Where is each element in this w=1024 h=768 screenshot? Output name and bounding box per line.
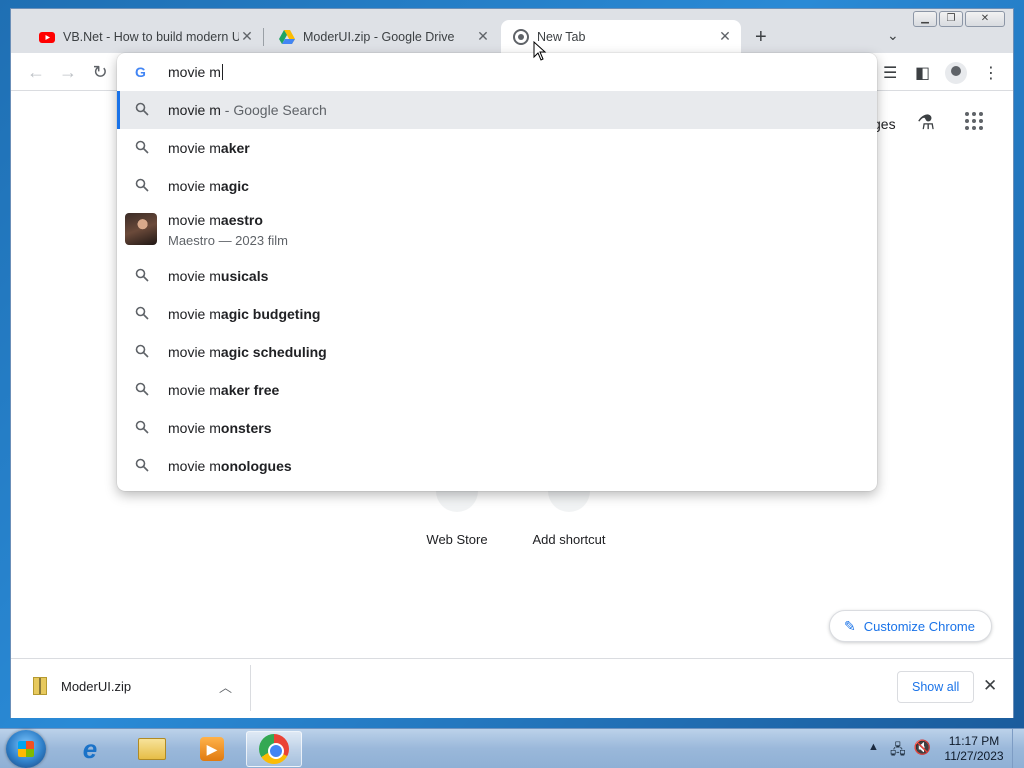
suggestion-row[interactable]: movie magic scheduling bbox=[117, 333, 877, 371]
clock-time: 11:17 PM bbox=[948, 734, 1000, 748]
tab-close-icon[interactable]: ✕ bbox=[239, 28, 255, 45]
media-player-taskbar-icon[interactable]: ▶ bbox=[184, 731, 240, 767]
youtube-icon bbox=[39, 31, 55, 43]
download-shelf: ModerUI.zip ︿ Show all ✕ bbox=[11, 658, 1013, 718]
tab-strip: VB.Net - How to build modern UI ✕ ModerU… bbox=[11, 9, 1013, 53]
address-bar[interactable]: G movie m bbox=[117, 53, 877, 91]
taskbar-clock[interactable]: 11:17 PM 11/27/2023 bbox=[940, 734, 1008, 764]
pencil-icon: ✎ bbox=[844, 617, 856, 634]
close-window-icon[interactable]: ✕ bbox=[965, 11, 1005, 27]
tab-title: VB.Net - How to build modern UI bbox=[63, 29, 239, 44]
labs-flask-icon[interactable]: ⚗ bbox=[917, 110, 935, 135]
side-panel-icon[interactable]: ◧ bbox=[915, 63, 930, 83]
suggestion-row-entity[interactable]: movie maestro Maestro — 2023 film bbox=[117, 205, 877, 257]
search-icon bbox=[135, 382, 149, 396]
search-icon bbox=[135, 420, 149, 434]
start-button-icon[interactable] bbox=[6, 730, 46, 768]
search-icon bbox=[135, 178, 149, 192]
reload-icon[interactable]: ↻ bbox=[89, 62, 111, 83]
customize-label: Customize Chrome bbox=[863, 618, 975, 634]
suggestion-row[interactable]: movie maker bbox=[117, 129, 877, 167]
volume-muted-icon[interactable]: 🔇 bbox=[914, 739, 931, 763]
drive-icon bbox=[279, 29, 295, 44]
search-icon bbox=[135, 268, 149, 282]
suggestion-row[interactable]: movie magic budgeting bbox=[117, 295, 877, 333]
search-icon bbox=[135, 140, 149, 154]
divider bbox=[250, 665, 251, 711]
suggestion-subtitle: Maestro — 2023 film bbox=[168, 233, 288, 248]
google-apps-icon[interactable] bbox=[965, 112, 983, 130]
shortcut-label: Web Store bbox=[426, 532, 488, 547]
reading-list-icon[interactable]: ☰ bbox=[883, 63, 897, 83]
menu-kebab-icon[interactable]: ⋮ bbox=[983, 63, 999, 83]
network-icon[interactable]: 🖧 bbox=[890, 739, 906, 763]
profile-avatar-icon[interactable] bbox=[945, 62, 967, 84]
search-icon bbox=[135, 102, 149, 116]
show-desktop-button[interactable] bbox=[1012, 729, 1024, 768]
download-item[interactable]: ModerUI.zip bbox=[33, 677, 131, 695]
google-g-icon: G bbox=[135, 64, 146, 80]
tab-youtube[interactable]: VB.Net - How to build modern UI ✕ bbox=[27, 20, 263, 53]
shortcut-label: Add shortcut bbox=[532, 532, 606, 547]
customize-chrome-button[interactable]: ✎ Customize Chrome bbox=[829, 610, 992, 642]
forward-arrow-icon[interactable]: → bbox=[57, 62, 79, 83]
tab-close-icon[interactable]: ✕ bbox=[475, 28, 491, 45]
suggestion-row[interactable]: movie m - Google Search bbox=[117, 91, 877, 129]
mouse-cursor-icon bbox=[533, 41, 547, 61]
internet-explorer-taskbar-icon[interactable]: e bbox=[62, 731, 118, 767]
download-filename: ModerUI.zip bbox=[61, 678, 132, 694]
zip-file-icon bbox=[33, 677, 47, 695]
shortcut-add[interactable]: Add shortcut bbox=[524, 482, 614, 547]
system-tray: 🖧 🔇 bbox=[890, 739, 931, 763]
suggestion-row[interactable]: movie maker free bbox=[117, 371, 877, 409]
tab-divider bbox=[263, 28, 264, 46]
suggestion-row[interactable]: movie musicals bbox=[117, 257, 877, 295]
minimize-icon[interactable]: ▁ bbox=[913, 11, 937, 27]
movie-thumbnail bbox=[125, 213, 157, 245]
omnibox-input[interactable]: movie m bbox=[168, 64, 223, 80]
omnibox-dropdown: G movie m movie m - Google Search movie … bbox=[117, 53, 877, 491]
windows-taskbar: e ▶ ▲ 🖧 🔇 11:17 PM 11/27/2023 bbox=[0, 728, 1024, 768]
search-icon bbox=[135, 458, 149, 472]
browser-window: VB.Net - How to build modern UI ✕ ModerU… bbox=[10, 8, 1014, 718]
tab-google-drive[interactable]: ModerUI.zip - Google Drive ✕ bbox=[267, 20, 499, 53]
new-tab-plus-icon[interactable]: + bbox=[755, 26, 767, 49]
chevron-down-icon[interactable]: ⌄ bbox=[887, 27, 899, 44]
window-controls: ▁ ❐ ✕ bbox=[913, 11, 1005, 27]
tab-title: ModerUI.zip - Google Drive bbox=[303, 29, 455, 44]
show-all-button[interactable]: Show all bbox=[897, 671, 975, 703]
restore-icon[interactable]: ❐ bbox=[939, 11, 963, 27]
tab-close-icon[interactable]: ✕ bbox=[717, 28, 733, 45]
back-arrow-icon[interactable]: ← bbox=[25, 62, 47, 83]
search-icon bbox=[135, 344, 149, 358]
suggestion-row[interactable]: movie monsters bbox=[117, 409, 877, 447]
tray-expand-icon[interactable]: ▲ bbox=[868, 741, 879, 753]
suggestion-row[interactable]: movie monologues bbox=[117, 447, 877, 485]
search-icon bbox=[135, 306, 149, 320]
close-icon[interactable]: ✕ bbox=[983, 676, 997, 696]
suggestion-row[interactable]: movie magic bbox=[117, 167, 877, 205]
tab-title: New Tab bbox=[537, 29, 586, 44]
shortcut-web-store[interactable]: Web Store bbox=[412, 482, 502, 547]
chrome-icon bbox=[513, 28, 529, 45]
chevron-up-icon[interactable]: ︿ bbox=[219, 677, 232, 696]
file-explorer-taskbar-icon[interactable] bbox=[124, 731, 180, 767]
clock-date: 11/27/2023 bbox=[944, 749, 1004, 763]
chrome-taskbar-icon[interactable] bbox=[246, 731, 302, 767]
